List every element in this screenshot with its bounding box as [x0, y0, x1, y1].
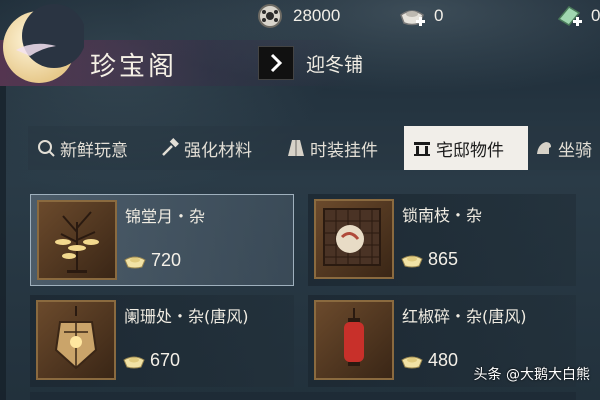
tab-label: 强化材料	[184, 140, 252, 161]
moon-logo-icon	[3, 4, 84, 83]
tab-mounts[interactable]: 坐骑	[534, 126, 592, 170]
item-price: 865	[400, 249, 458, 270]
item-card[interactable]: 阑珊处・杂(唐风) 670	[30, 295, 294, 387]
house-icon	[414, 142, 430, 156]
tab-novelties[interactable]: 新鲜玩意	[36, 126, 128, 170]
tab-label: 坐骑	[558, 140, 592, 161]
item-card[interactable]: 锁南枝・杂 865	[308, 194, 576, 286]
silver-ingot-icon	[401, 255, 423, 267]
currency-coin[interactable]: 28000	[257, 3, 340, 29]
category-tabs: 新鲜玩意 强化材料 时装挂件 宅邸物件 坐骑	[28, 126, 600, 170]
currency-bar: 28000 0 0	[240, 0, 600, 32]
item-card[interactable]: 锦堂月・杂 720	[30, 194, 294, 286]
item-thumbnail	[37, 200, 117, 280]
watermark: 头条 @大鹅大白熊	[474, 364, 590, 384]
tab-label: 新鲜玩意	[60, 140, 128, 161]
item-price: 720	[123, 250, 181, 271]
watermark-text: 头条 @大鹅大白熊	[473, 367, 590, 383]
item-thumbnail	[314, 199, 394, 279]
item-price: 670	[122, 350, 180, 371]
magnifier-icon	[38, 140, 55, 157]
item-name: 红椒碎・杂(唐风)	[402, 307, 527, 326]
tab-fashion[interactable]: 时装挂件	[286, 126, 378, 170]
breadcrumb-toggle[interactable]	[258, 46, 294, 80]
robe-icon	[288, 140, 304, 156]
item-thumbnail	[36, 300, 116, 380]
next-row-hint	[30, 392, 576, 400]
currency-jade[interactable]: 0	[555, 3, 600, 29]
price-value: 865	[428, 249, 459, 269]
item-name: 锦堂月・杂	[125, 207, 206, 226]
price-value: 720	[151, 250, 182, 270]
red-lantern-icon	[344, 308, 364, 366]
silver-ingot-icon	[124, 256, 146, 268]
tab-label: 时装挂件	[310, 140, 378, 161]
mount-icon	[537, 142, 551, 154]
breadcrumb-shop[interactable]: 迎冬铺	[306, 50, 363, 77]
tab-materials[interactable]: 强化材料	[160, 126, 252, 170]
tab-residence[interactable]: 宅邸物件	[404, 126, 528, 170]
coin-value: 28000	[293, 6, 341, 25]
lamp-tree-icon	[55, 211, 99, 273]
ingot-plus-icon	[400, 10, 425, 26]
page-title: 珍宝阁	[90, 52, 178, 82]
item-price: 480	[400, 350, 458, 371]
item-name: 阑珊处・杂(唐风)	[124, 307, 249, 326]
coin-icon	[258, 4, 282, 28]
ingot-value: 0	[434, 6, 444, 25]
left-frame	[0, 86, 6, 400]
jade-value: 0	[591, 6, 600, 25]
currency-ingot[interactable]: 0	[398, 3, 443, 29]
silver-ingot-icon	[401, 356, 423, 368]
silver-ingot-icon	[123, 356, 145, 368]
price-value: 670	[150, 350, 181, 370]
price-value: 480	[428, 350, 459, 370]
tab-label: 宅邸物件	[436, 140, 504, 161]
jade-plus-icon	[557, 6, 582, 26]
screen-icon	[323, 208, 381, 266]
chevron-right-icon	[270, 53, 283, 73]
lantern-icon	[54, 306, 98, 370]
hammer-icon	[162, 138, 179, 156]
item-thumbnail	[314, 300, 394, 380]
item-name: 锁南枝・杂	[402, 206, 483, 225]
